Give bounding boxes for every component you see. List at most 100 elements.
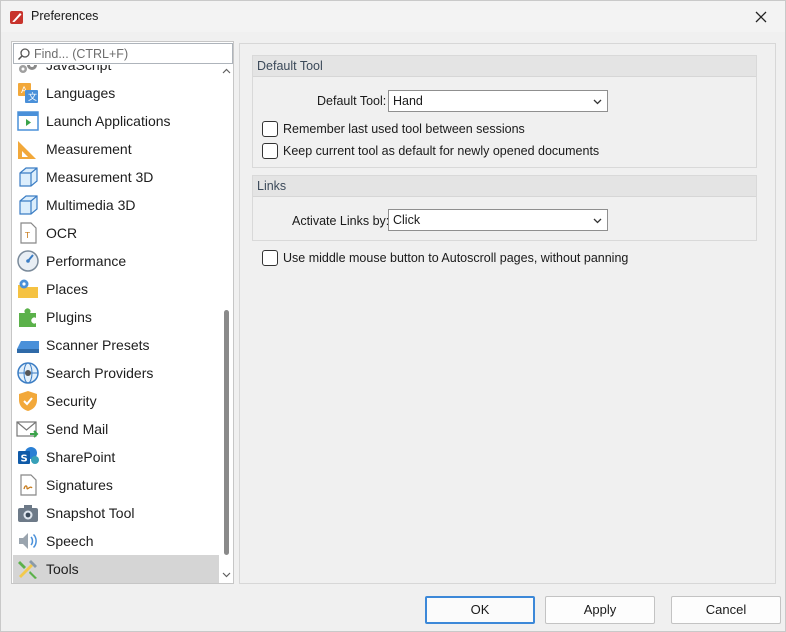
nav-item-label: Speech [46,533,94,549]
nav-item-label: Security [46,393,97,409]
find-input[interactable] [31,46,221,61]
chevron-down-icon [593,99,602,105]
activate-links-select[interactable]: Click [388,209,608,231]
nav-item-sharepoint[interactable]: S SharePoint [13,443,219,471]
tools-settings-panel: Default Tool Default Tool: Hand Remember… [239,43,776,584]
nav-item-tools[interactable]: Tools [13,555,219,583]
nav-item-label: Plugins [46,309,92,325]
security-shield-icon [19,391,37,411]
svg-text:文: 文 [28,91,37,103]
default-tool-group-title: Default Tool [253,56,756,77]
middle-mouse-autoscroll-label: Use middle mouse button to Autoscroll pa… [283,251,629,265]
default-tool-value: Hand [393,94,423,108]
nav-item-plugins[interactable]: Plugins [13,303,219,331]
nav-item-label: Scanner Presets [46,337,150,353]
svg-text:S: S [21,454,28,465]
launch-applications-icon [17,111,39,131]
nav-item-performance[interactable]: Performance [13,247,219,275]
default-tool-select[interactable]: Hand [388,90,608,112]
cancel-button-label: Cancel [705,602,747,617]
default-tool-label: Default Tool: [317,94,387,108]
window-title: Preferences [31,9,99,23]
languages-icon: A 文 [18,83,38,103]
remember-last-tool-checkbox[interactable]: Remember last used tool between sessions [262,121,525,137]
pdf-app-icon [10,11,23,24]
performance-gauge-icon [17,250,39,272]
places-folder-icon [18,279,38,298]
ok-button-label: OK [470,602,490,617]
multimedia-3d-icon [19,195,38,215]
nav-item-label: Languages [46,85,116,101]
activate-links-label: Activate Links by: [292,214,390,228]
category-list: JavaScript A 文 Languages Launch Applicat… [13,65,219,583]
nav-item-languages[interactable]: A 文 Languages [13,79,219,107]
keep-current-tool-label: Keep current tool as default for newly o… [283,144,600,158]
find-box[interactable] [13,43,233,64]
nav-item-label: Snapshot Tool [46,505,135,521]
links-group: Links Activate Links by: Click [252,175,757,241]
measurement-ruler-icon [18,141,36,159]
nav-scrollbar[interactable] [220,65,233,583]
nav-item-label: Multimedia 3D [46,197,136,213]
scroll-down-arrow-icon[interactable] [221,570,232,581]
nav-item-label: Tools [46,561,79,577]
nav-item-security[interactable]: Security [13,387,219,415]
preferences-window: Preferences JavaScript [0,0,786,632]
search-icon [17,47,30,60]
ok-button[interactable]: OK [425,596,535,624]
cancel-button[interactable]: Cancel [671,596,781,624]
nav-item-label: Launch Applications [46,113,171,129]
preferences-nav: JavaScript A 文 Languages [11,41,234,584]
nav-item-label: JavaScript [46,65,112,73]
remember-last-tool-label: Remember last used tool between sessions [283,122,525,136]
title-bar: Preferences [1,1,785,32]
nav-item-label: Places [46,281,89,297]
nav-item-scanner-presets[interactable]: Scanner Presets [13,331,219,359]
plugins-puzzle-icon [19,308,36,327]
nav-item-label: SharePoint [46,449,116,465]
snapshot-camera-icon [18,505,38,522]
chevron-down-icon [593,218,602,224]
nav-item-snapshot-tool[interactable]: Snapshot Tool [13,499,219,527]
nav-item-label: Signatures [46,477,113,493]
nav-item-label: Measurement 3D [46,169,154,185]
nav-item-measurement-3d[interactable]: Measurement 3D [13,163,219,191]
nav-item-places[interactable]: Places [13,275,219,303]
nav-item-label: Performance [46,253,127,269]
svg-text:T: T [24,231,30,240]
scrollbar-thumb[interactable] [224,310,229,555]
nav-item-javascript[interactable]: JavaScript [13,65,219,79]
send-mail-icon [16,421,39,438]
middle-mouse-autoscroll-box[interactable] [262,250,278,266]
keep-current-tool-box[interactable] [262,143,278,159]
scanner-icon [17,341,39,353]
activate-links-value: Click [393,213,421,227]
nav-item-label: Measurement [46,141,132,157]
nav-item-search-providers[interactable]: Search Providers [13,359,219,387]
tools-icon [18,560,37,579]
nav-item-ocr[interactable]: T OCR [13,219,219,247]
nav-item-label: Search Providers [46,365,154,381]
nav-item-measurement[interactable]: Measurement [13,135,219,163]
nav-item-label: Send Mail [46,421,109,437]
speech-speaker-icon [19,533,37,549]
javascript-gear-icon [19,65,37,73]
default-tool-group: Default Tool Default Tool: Hand Remember… [252,55,757,168]
apply-button-label: Apply [583,602,617,617]
scroll-up-arrow-icon[interactable] [221,67,232,78]
signatures-icon [20,474,37,496]
close-icon [755,11,767,22]
nav-item-signatures[interactable]: Signatures [13,471,219,499]
close-button[interactable] [741,1,781,32]
apply-button[interactable]: Apply [545,596,655,624]
nav-item-send-mail[interactable]: Send Mail [13,415,219,443]
sharepoint-icon: S [18,447,39,465]
nav-item-launch-applications[interactable]: Launch Applications [13,107,219,135]
links-group-title: Links [253,176,756,197]
nav-item-multimedia-3d[interactable]: Multimedia 3D [13,191,219,219]
remember-last-tool-box[interactable] [262,121,278,137]
nav-item-speech[interactable]: Speech [13,527,219,555]
measurement-3d-icon [19,167,38,187]
keep-current-tool-checkbox[interactable]: Keep current tool as default for newly o… [262,143,599,159]
middle-mouse-autoscroll-checkbox[interactable]: Use middle mouse button to Autoscroll pa… [262,250,628,266]
